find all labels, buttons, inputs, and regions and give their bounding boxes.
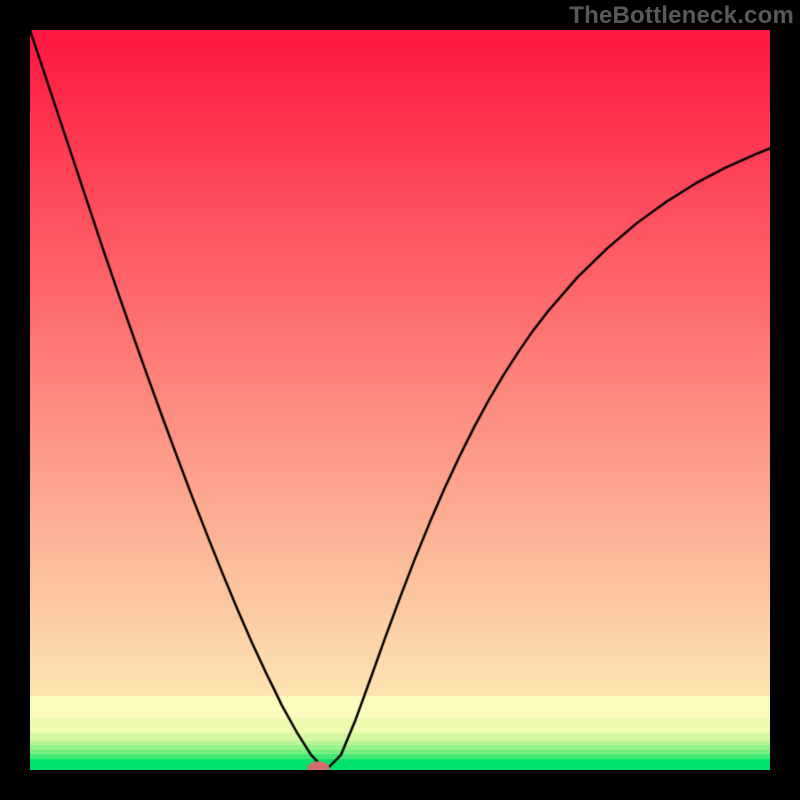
curve-canvas [30,30,770,770]
plot-area [30,30,770,770]
watermark-label: TheBottleneck.com [569,2,794,30]
chart-frame: TheBottleneck.com [0,0,800,800]
